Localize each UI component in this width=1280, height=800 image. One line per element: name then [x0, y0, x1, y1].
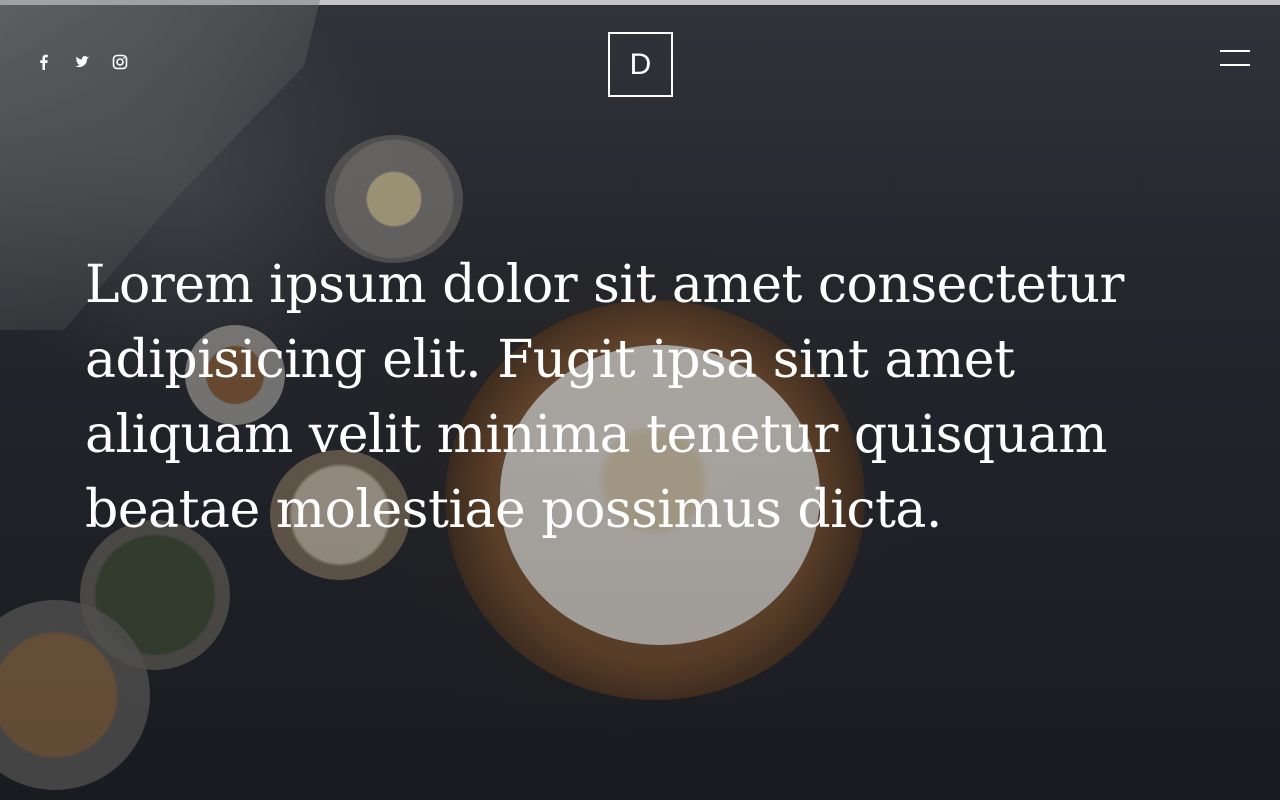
social-links [34, 52, 130, 72]
menu-line [1220, 64, 1250, 66]
instagram-icon[interactable] [110, 52, 130, 72]
hero-headline: Lorem ipsum dolor sit amet consectetur a… [85, 255, 1124, 540]
twitter-icon[interactable] [72, 52, 92, 72]
hero-section: D Lorem ipsum dolor sit amet consectetur… [0, 0, 1280, 800]
hamburger-menu-icon[interactable] [1216, 48, 1250, 70]
site-logo[interactable]: D [608, 32, 673, 97]
facebook-icon[interactable] [34, 52, 54, 72]
menu-line [1220, 50, 1250, 52]
